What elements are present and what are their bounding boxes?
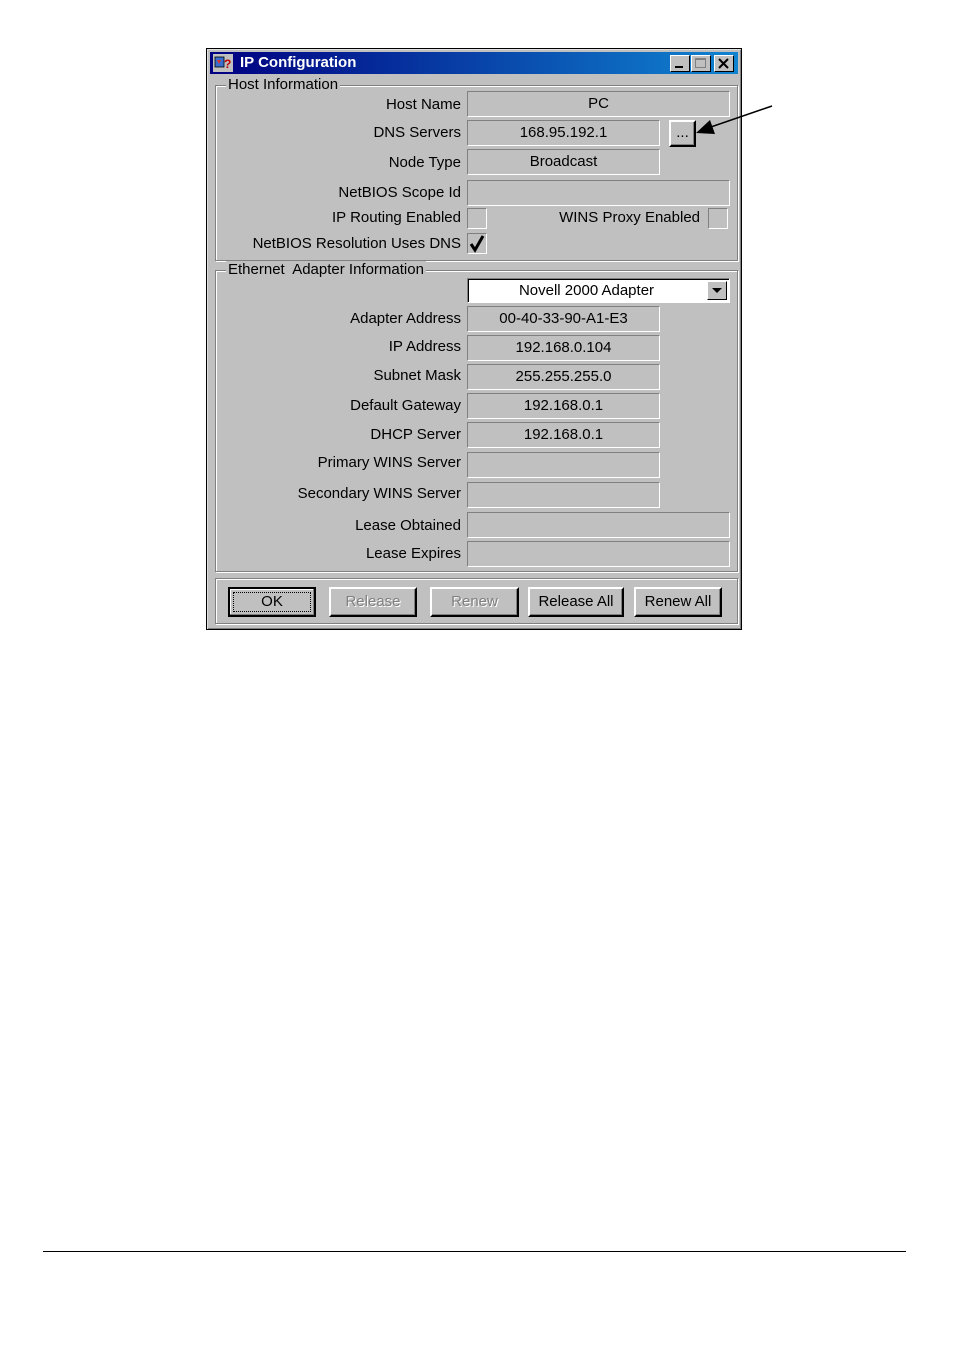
maximize-button[interactable] (691, 55, 711, 72)
ip-address-label: IP Address (388, 338, 461, 355)
adapter-select-value: Novell 2000 Adapter (518, 282, 655, 299)
adapter-address-label: Adapter Address (350, 310, 461, 327)
ip-address-field: 192.168.0.104 (467, 335, 660, 361)
host-information-label: Host Information (226, 76, 341, 94)
ip-routing-checkbox[interactable] (467, 208, 487, 229)
dns-servers-label: DNS Servers (373, 124, 461, 141)
netbios-scope-field (467, 180, 730, 206)
dns-more-label: ... (676, 124, 689, 141)
adapter-dropdown-button[interactable] (707, 281, 727, 300)
title-bar[interactable]: ? IP Configuration (210, 52, 738, 74)
focus-rect (233, 592, 311, 612)
default-gateway-field: 192.168.0.1 (467, 393, 660, 419)
renew-all-button[interactable]: Renew All (634, 587, 722, 617)
netbios-dns-label: NetBIOS Resolution Uses DNS (252, 235, 461, 252)
subnet-mask-label: Subnet Mask (373, 367, 461, 384)
release-all-button[interactable]: Release All (528, 587, 624, 617)
netbios-dns-checkbox[interactable] (467, 233, 487, 254)
ip-routing-label: IP Routing Enabled (332, 209, 461, 226)
ip-config-icon: ? (213, 54, 233, 72)
dhcp-server-label: DHCP Server (370, 426, 461, 443)
chevron-down-icon (712, 288, 722, 293)
annotation-arrow (696, 105, 773, 134)
secondary-wins-label: Secondary WINS Server (297, 485, 461, 502)
netbios-scope-label: NetBIOS Scope Id (338, 184, 461, 201)
release-button[interactable]: Release (329, 587, 417, 617)
host-name-label: Host Name (385, 96, 461, 113)
close-icon (718, 58, 729, 69)
wins-proxy-checkbox[interactable] (708, 208, 728, 229)
minimize-icon (675, 66, 683, 68)
adapter-address-field: 00-40-33-90-A1-E3 (467, 306, 660, 332)
checkmark-icon (469, 235, 485, 253)
subnet-mask-field: 255.255.255.0 (467, 364, 660, 390)
wins-proxy-label: WINS Proxy Enabled (559, 209, 700, 226)
minimize-button[interactable] (670, 55, 690, 72)
renew-all-label: Renew All (644, 593, 712, 610)
default-gateway-label: Default Gateway (350, 397, 461, 414)
release-label: Release (345, 593, 401, 610)
lease-expires-field (467, 541, 730, 567)
release-all-label: Release All (538, 593, 614, 610)
window-title: IP Configuration (240, 54, 357, 71)
lease-expires-label: Lease Expires (365, 545, 461, 562)
close-button[interactable] (714, 55, 734, 72)
adapter-information-label: Ethernet Adapter Information (226, 261, 426, 279)
dhcp-server-field: 192.168.0.1 (467, 422, 660, 448)
primary-wins-field (467, 452, 660, 478)
renew-button[interactable]: Renew (430, 587, 519, 617)
maximize-icon (695, 58, 706, 68)
page-footer-rule (43, 1251, 906, 1252)
secondary-wins-field (467, 482, 660, 508)
ok-button[interactable]: OK (228, 587, 316, 617)
renew-label: Renew (451, 593, 498, 610)
adapter-select[interactable]: Novell 2000 Adapter (467, 278, 730, 303)
lease-obtained-field (467, 512, 730, 538)
dns-servers-field: 168.95.192.1 (467, 120, 660, 146)
node-type-field: Broadcast (467, 149, 660, 175)
lease-obtained-label: Lease Obtained (355, 517, 461, 534)
primary-wins-label: Primary WINS Server (317, 454, 461, 471)
svg-text:?: ? (224, 57, 231, 71)
node-type-label: Node Type (388, 154, 461, 171)
